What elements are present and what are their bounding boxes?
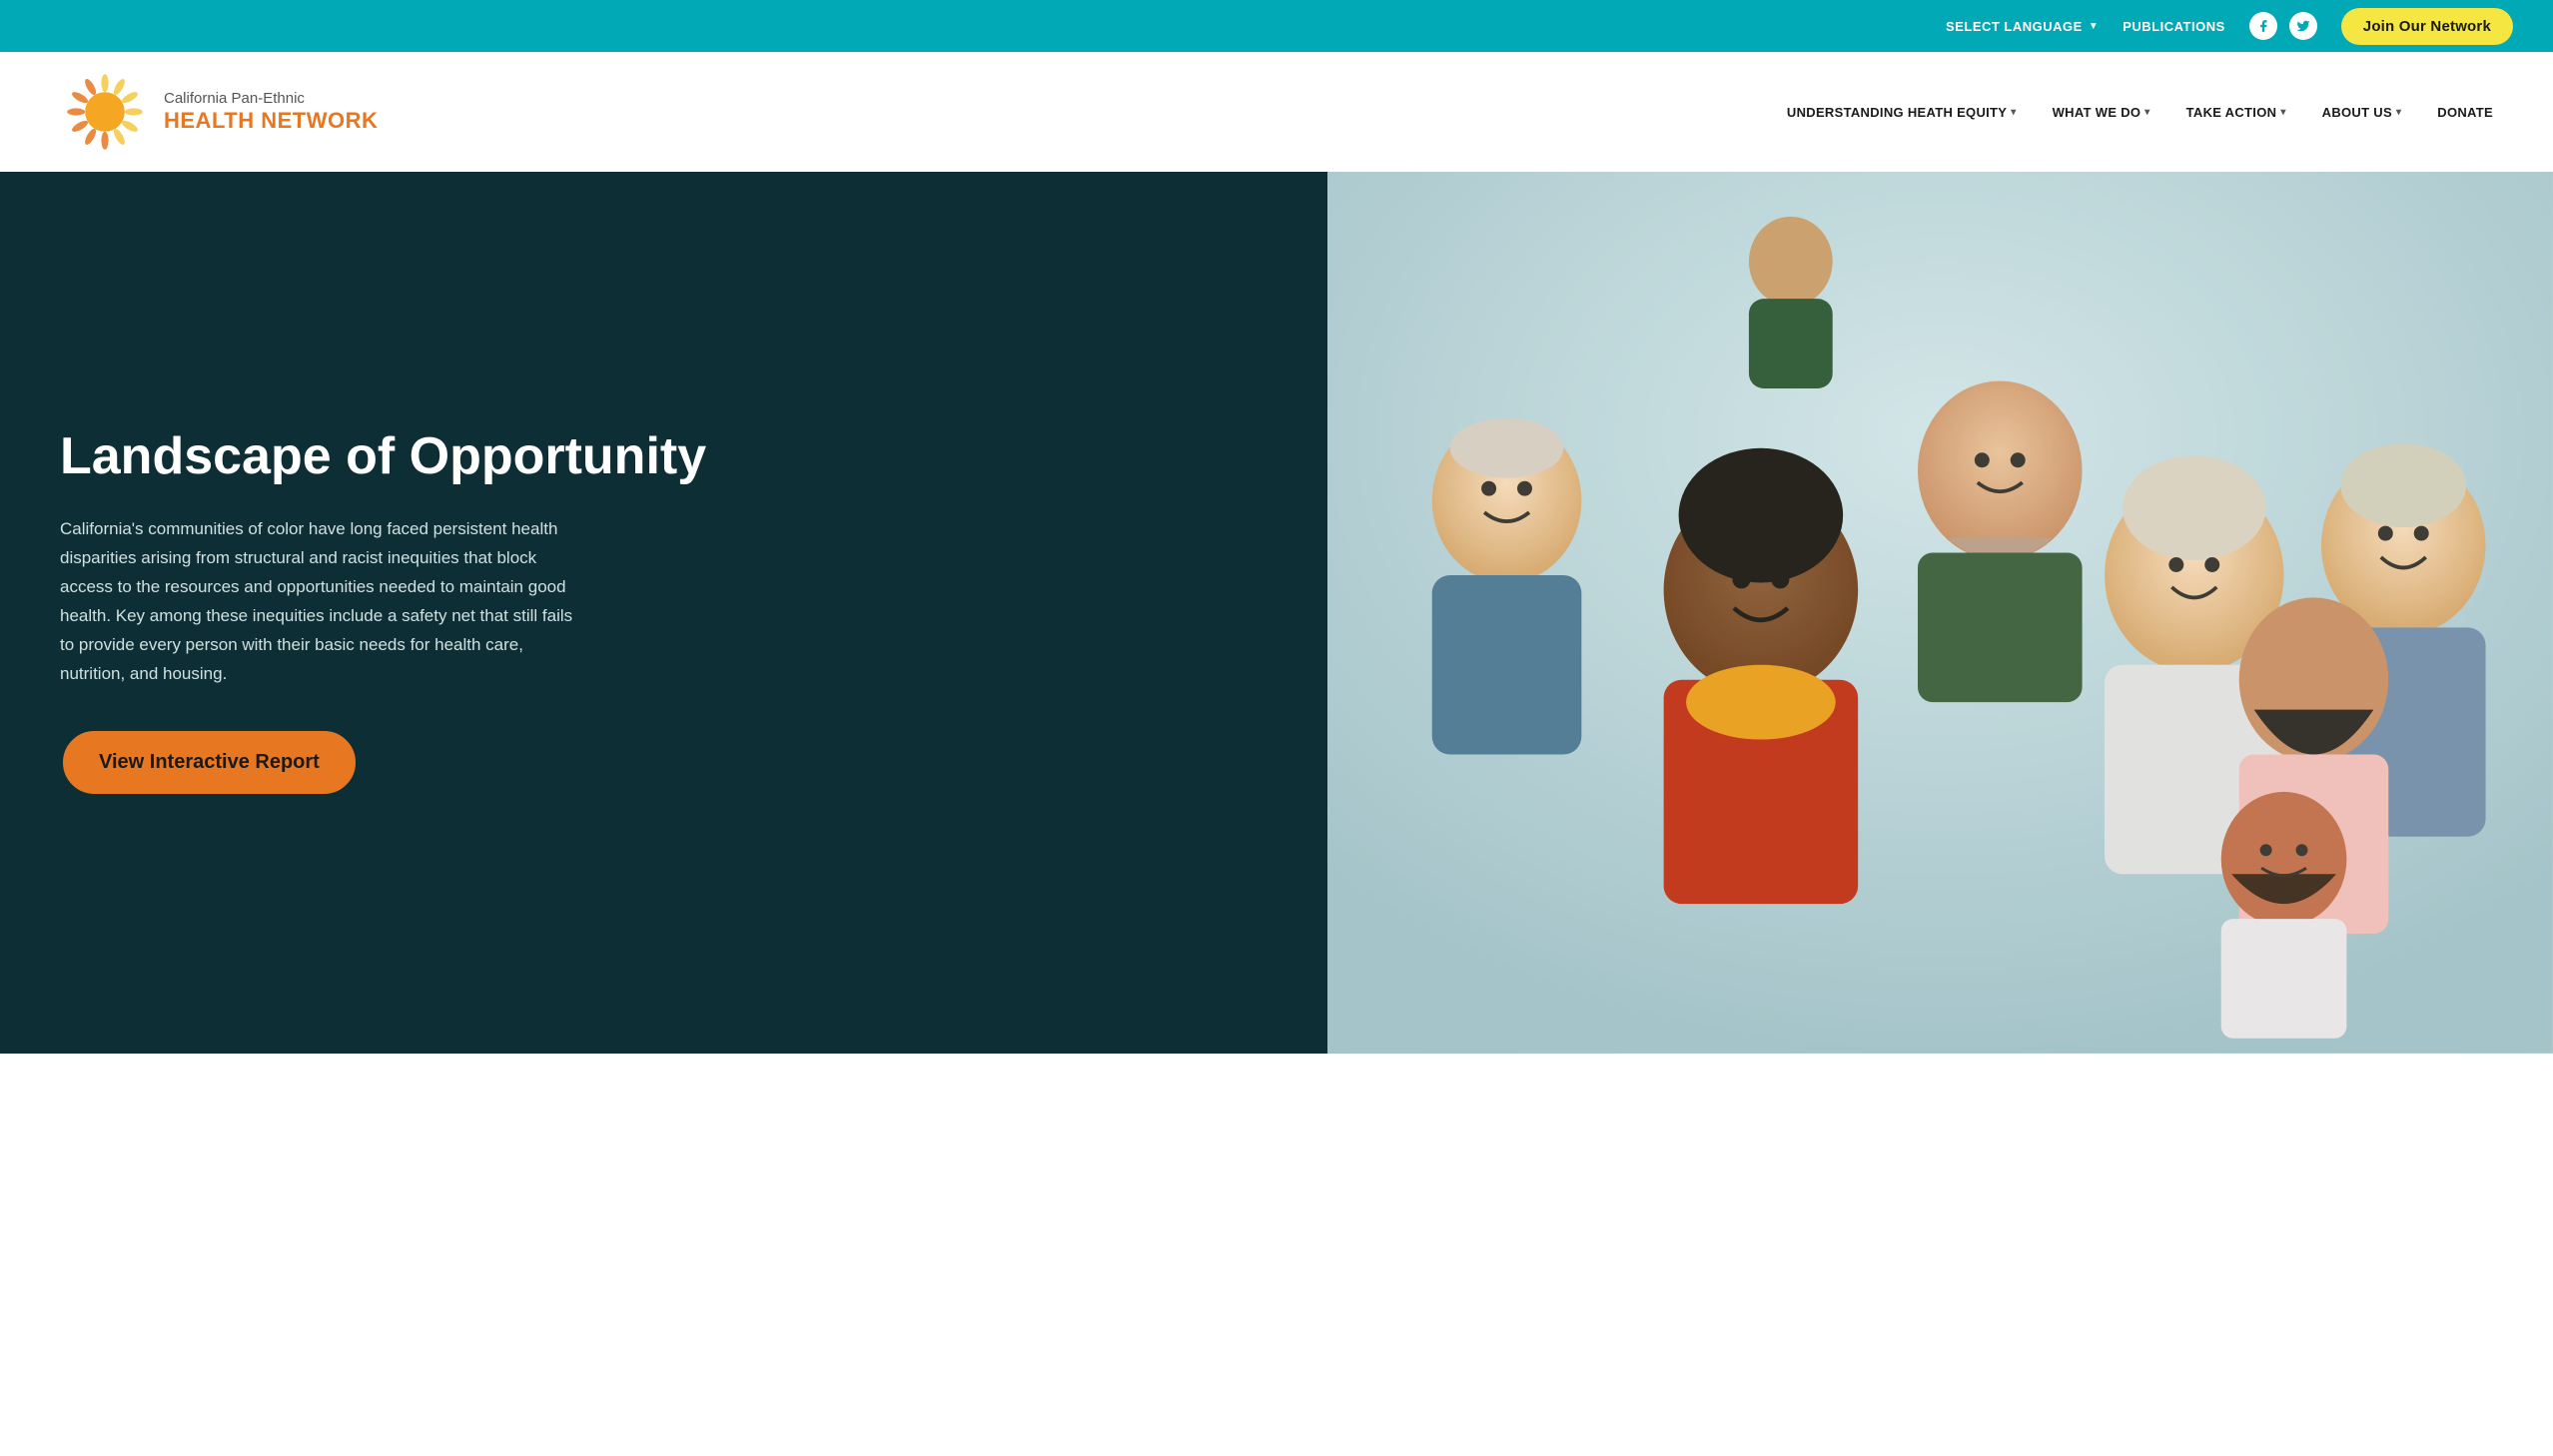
main-nav: UNDERSTANDING HEATH EQUITY ▾ WHAT WE DO … xyxy=(1769,105,2493,120)
hero-section: Landscape of Opportunity California's co… xyxy=(0,172,2553,1054)
hero-left: Landscape of Opportunity California's co… xyxy=(0,172,1327,1054)
social-icons xyxy=(2249,12,2317,40)
view-report-button[interactable]: View Interactive Report xyxy=(60,728,359,797)
nav-item-donate[interactable]: DONATE xyxy=(2419,105,2493,120)
nav-label-understanding: UNDERSTANDING HEATH EQUITY xyxy=(1787,105,2007,120)
nav-chevron-about-us: ▾ xyxy=(2396,107,2401,118)
header: California Pan-Ethnic HEALTH NETWORK UND… xyxy=(0,52,2553,172)
nav-chevron-take-action: ▾ xyxy=(2280,107,2285,118)
nav-label-what-we-do: WHAT WE DO xyxy=(2053,105,2141,120)
hero-group-photo xyxy=(1327,172,2553,1054)
join-network-button[interactable]: Join Our Network xyxy=(2341,8,2513,45)
nav-label-take-action: TAKE ACTION xyxy=(2186,105,2277,120)
logo-text: California Pan-Ethnic HEALTH NETWORK xyxy=(164,90,378,134)
nav-chevron-what-we-do: ▾ xyxy=(2144,107,2149,118)
nav-item-understanding[interactable]: UNDERSTANDING HEATH EQUITY ▾ xyxy=(1769,105,2035,120)
logo-text-top: California Pan-Ethnic xyxy=(164,90,378,108)
nav-label-about-us: ABOUT US xyxy=(2322,105,2392,120)
hero-description: California's communities of color have l… xyxy=(60,515,579,688)
publications-link[interactable]: PUBLICATIONS xyxy=(2123,19,2225,34)
nav-item-take-action[interactable]: TAKE ACTION ▾ xyxy=(2168,105,2304,120)
top-bar: SELECT LANGUAGE ▼ PUBLICATIONS Join Our … xyxy=(0,0,2553,52)
logo-sun-icon xyxy=(60,67,150,157)
language-chevron-icon: ▼ xyxy=(2089,21,2099,32)
hero-title: Landscape of Opportunity xyxy=(60,427,1268,487)
logo-link[interactable]: California Pan-Ethnic HEALTH NETWORK xyxy=(60,67,378,157)
facebook-icon[interactable] xyxy=(2249,12,2277,40)
language-selector[interactable]: SELECT LANGUAGE ▼ xyxy=(1946,19,2099,34)
nav-item-what-we-do[interactable]: WHAT WE DO ▾ xyxy=(2035,105,2168,120)
hero-image-area xyxy=(1327,172,2553,1054)
logo-text-bottom: HEALTH NETWORK xyxy=(164,108,378,134)
twitter-icon[interactable] xyxy=(2289,12,2317,40)
nav-chevron-understanding: ▾ xyxy=(2011,107,2016,118)
language-label: SELECT LANGUAGE xyxy=(1946,19,2083,34)
nav-item-about-us[interactable]: ABOUT US ▾ xyxy=(2304,105,2420,120)
